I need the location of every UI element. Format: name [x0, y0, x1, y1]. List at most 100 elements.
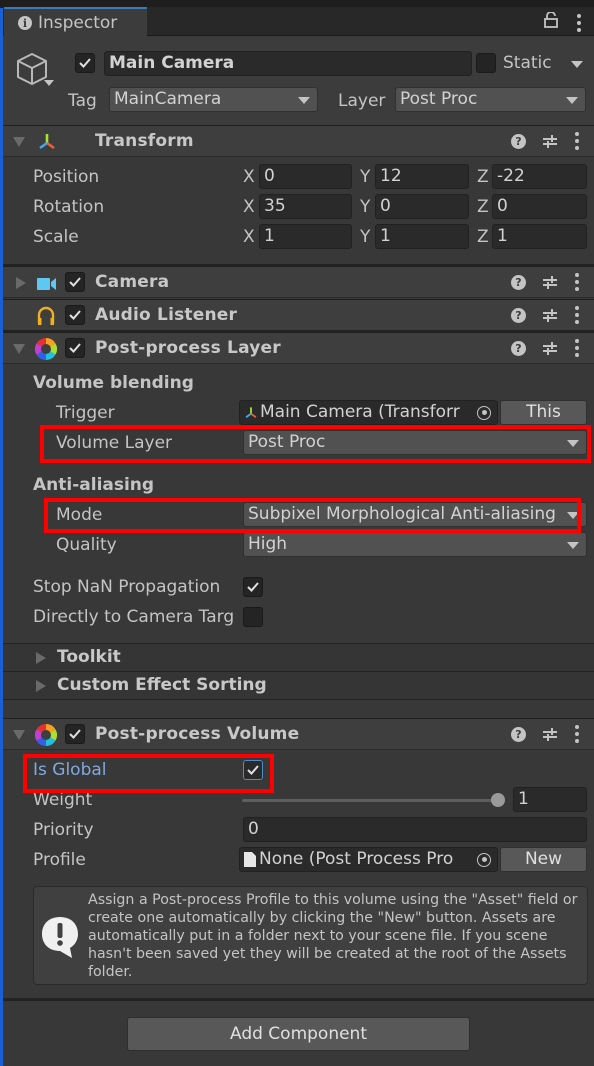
- scale-y-field[interactable]: 1: [375, 224, 469, 249]
- audio-listener-title: Audio Listener: [95, 305, 238, 325]
- trigger-object-field[interactable]: Main Camera (Transforr: [239, 400, 498, 425]
- postprocess-aperture-icon: [34, 337, 58, 366]
- axis-x-label: X: [243, 167, 255, 187]
- camera-icon: [37, 276, 57, 296]
- rotation-y-field[interactable]: 0: [375, 194, 469, 219]
- direct-camera-label-wrap: Directly to Camera Targ: [33, 607, 238, 627]
- direct-camera-checkbox[interactable]: [243, 607, 263, 627]
- toolkit-label: Toolkit: [57, 647, 121, 667]
- help-icon[interactable]: ?: [511, 274, 526, 290]
- postprocess-layer-header[interactable]: Post-process Layer ?: [3, 332, 594, 364]
- chevron-down-icon: [567, 512, 579, 519]
- is-global-checkbox[interactable]: [243, 760, 263, 780]
- weight-slider-track[interactable]: [242, 799, 498, 802]
- component-menu-icon[interactable]: [574, 725, 580, 743]
- scale-label: Scale: [33, 227, 79, 247]
- foldout-expanded-icon[interactable]: [13, 137, 25, 147]
- camera-title: Camera: [95, 272, 170, 292]
- toolkit-foldout[interactable]: Toolkit: [3, 643, 594, 671]
- volume-layer-dropdown[interactable]: Post Proc: [243, 430, 587, 455]
- rotation-z-field[interactable]: 0: [492, 194, 587, 219]
- layer-label: Layer: [338, 91, 386, 111]
- camera-enabled-checkbox[interactable]: [65, 272, 85, 292]
- weight-slider-thumb[interactable]: [491, 793, 505, 807]
- trigger-this-button[interactable]: This: [500, 400, 587, 425]
- component-menu-icon[interactable]: [574, 339, 580, 357]
- static-checkbox[interactable]: [476, 53, 496, 73]
- tab-actions: [544, 11, 582, 33]
- postprocess-aperture-icon: [34, 723, 58, 752]
- help-icon[interactable]: ?: [511, 726, 526, 742]
- weight-field[interactable]: 1: [513, 787, 587, 812]
- component-menu-icon[interactable]: [574, 306, 580, 324]
- tag-dropdown[interactable]: MainCamera: [109, 87, 318, 112]
- postprocess-volume-header[interactable]: Post-process Volume ?: [3, 718, 594, 750]
- help-icon[interactable]: ?: [511, 133, 526, 149]
- axis-z-label: Z: [477, 227, 489, 247]
- postprocess-volume-actions: ?: [511, 725, 580, 743]
- layer-dropdown[interactable]: Post Proc: [395, 87, 586, 112]
- postprocess-volume-enabled-checkbox[interactable]: [65, 724, 85, 744]
- tab-menu-icon[interactable]: [576, 13, 582, 32]
- window-accent-bar: [0, 8, 3, 1066]
- tab-bar: i Inspector: [3, 7, 594, 37]
- mode-label: Mode: [56, 505, 103, 525]
- quality-value: High: [248, 534, 288, 554]
- add-component-button[interactable]: Add Component: [127, 1017, 470, 1051]
- component-menu-icon[interactable]: [574, 273, 580, 291]
- presets-icon[interactable]: [542, 133, 558, 149]
- presets-icon[interactable]: [542, 274, 558, 290]
- scale-x-field[interactable]: 1: [259, 224, 352, 249]
- presets-icon[interactable]: [542, 307, 558, 323]
- camera-header[interactable]: Camera ?: [3, 266, 594, 298]
- gameobject-active-checkbox[interactable]: [75, 53, 95, 73]
- position-y-field[interactable]: 12: [375, 164, 469, 189]
- foldout-expanded-icon[interactable]: [13, 344, 25, 354]
- rotation-x-field[interactable]: 35: [259, 194, 352, 219]
- object-picker-icon[interactable]: [471, 848, 497, 871]
- audio-listener-enabled-checkbox[interactable]: [65, 305, 85, 325]
- direct-camera-label: Directly to Camera Targ: [33, 607, 235, 627]
- chevron-down-icon: [567, 440, 579, 447]
- custom-effect-sorting-label: Custom Effect Sorting: [57, 675, 267, 695]
- position-label: Position: [33, 167, 100, 187]
- scale-z-field[interactable]: 1: [492, 224, 587, 249]
- profile-object-field[interactable]: None (Post Process Pro: [239, 847, 498, 872]
- presets-icon[interactable]: [542, 340, 558, 356]
- axis-z-label: Z: [477, 167, 489, 187]
- lock-icon[interactable]: [544, 11, 558, 33]
- postprocess-layer-enabled-checkbox[interactable]: [65, 338, 85, 358]
- stop-nan-checkbox[interactable]: [243, 577, 263, 597]
- static-dropdown-arrow[interactable]: [571, 61, 583, 68]
- warning-icon: [41, 915, 79, 964]
- audio-listener-header[interactable]: Audio Listener ?: [3, 299, 594, 331]
- transform-icon: [37, 133, 57, 156]
- help-icon[interactable]: ?: [511, 307, 526, 323]
- foldout-expanded-icon[interactable]: [13, 730, 25, 740]
- headphones-icon: [37, 306, 55, 331]
- info-icon: i: [18, 16, 32, 30]
- document-icon: [244, 852, 256, 867]
- transform-header[interactable]: Transform ?: [3, 125, 594, 157]
- rotation-label: Rotation: [33, 197, 105, 217]
- component-menu-icon[interactable]: [574, 132, 580, 150]
- static-label: Static: [503, 53, 552, 73]
- position-x-field[interactable]: 0: [259, 164, 352, 189]
- priority-field[interactable]: 0: [243, 817, 587, 842]
- quality-dropdown[interactable]: High: [243, 532, 587, 557]
- axis-z-label: Z: [477, 197, 489, 217]
- foldout-collapsed-icon[interactable]: [16, 277, 26, 289]
- chevron-down-icon: [298, 97, 310, 104]
- position-z-field[interactable]: -22: [492, 164, 587, 189]
- mode-dropdown[interactable]: Subpixel Morphological Anti-aliasing: [243, 502, 587, 527]
- custom-effect-sorting-foldout[interactable]: Custom Effect Sorting: [3, 671, 594, 699]
- trigger-value: Main Camera (Transforr: [260, 402, 460, 422]
- icon-dropdown-arrow[interactable]: [44, 80, 54, 86]
- help-icon[interactable]: ?: [511, 340, 526, 356]
- gameobject-name-field[interactable]: Main Camera: [104, 51, 472, 76]
- presets-icon[interactable]: [542, 726, 558, 742]
- transform-actions: ?: [511, 132, 580, 150]
- profile-new-button[interactable]: New: [500, 847, 587, 872]
- object-picker-icon[interactable]: [471, 401, 497, 424]
- tab-inspector[interactable]: i Inspector: [4, 7, 147, 37]
